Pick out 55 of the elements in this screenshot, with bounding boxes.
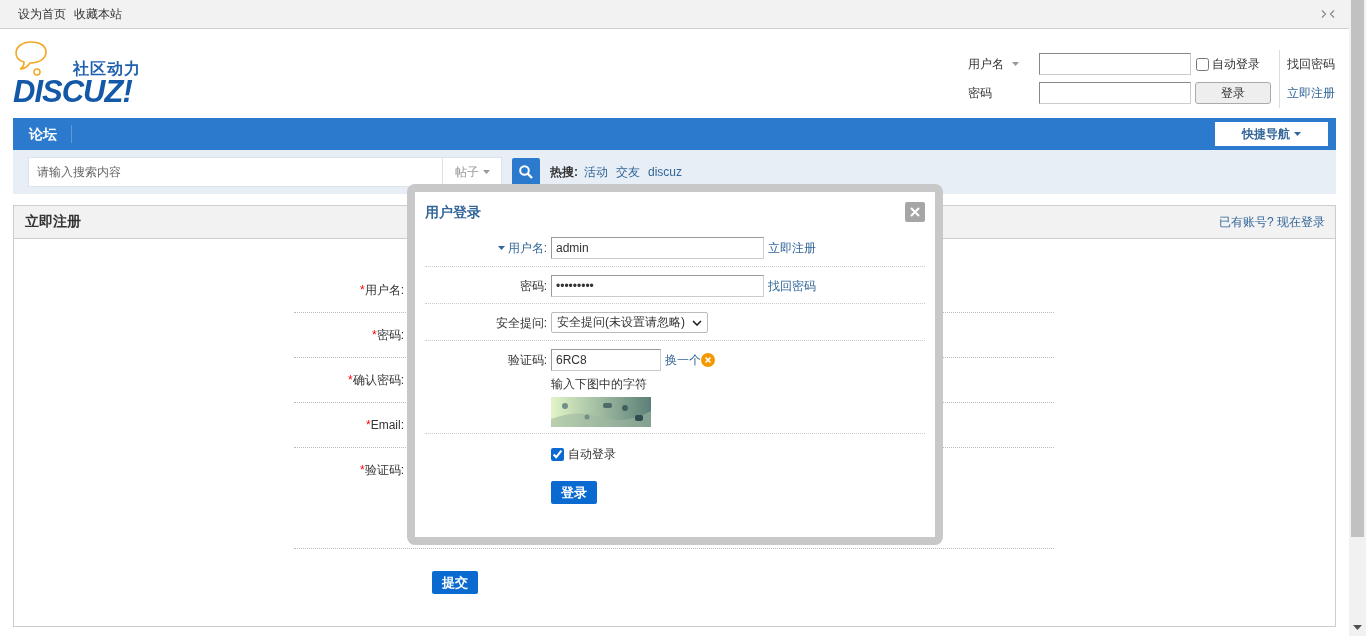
login-link[interactable]: 已有账号? 现在登录 xyxy=(1219,213,1325,231)
dialog-title: 用户登录 xyxy=(425,203,481,221)
remember-checkbox[interactable] xyxy=(1196,57,1209,71)
search-field[interactable]: 请输入搜索内容 xyxy=(28,157,442,187)
captcha-hint: 输入下图中的字符 xyxy=(551,377,648,391)
dropdown-caret-icon xyxy=(1012,62,1019,66)
search-icon xyxy=(519,165,533,179)
field-label: *验证码: xyxy=(359,462,404,478)
security-question-select[interactable]: 安全提问(未设置请忽略) xyxy=(551,312,708,333)
username-field[interactable]: admin xyxy=(551,237,764,259)
password-field[interactable] xyxy=(1039,82,1191,104)
dialog-link[interactable]: 找回密码 xyxy=(768,275,816,297)
hot-search-label: 热搜: xyxy=(550,163,578,181)
hot-search-link[interactable]: 交友 xyxy=(616,164,640,179)
quick-nav-button[interactable]: 快捷导航 xyxy=(1215,122,1328,146)
submit-button[interactable]: 提交 xyxy=(432,571,478,594)
toolbar-link[interactable]: 收藏本站 xyxy=(74,5,122,23)
checkbox-label: 自动登录 xyxy=(1212,55,1260,73)
username-field[interactable] xyxy=(1039,53,1191,75)
login-button[interactable]: 登录 xyxy=(1195,82,1271,104)
field-label: *Email: xyxy=(365,417,404,433)
chevron-down-icon xyxy=(692,319,702,326)
collapse-icon[interactable] xyxy=(1321,10,1335,18)
field-label: 密码: xyxy=(519,278,547,294)
field-label: *确认密码: xyxy=(347,372,404,388)
login-button[interactable]: 登录 xyxy=(551,481,597,504)
hot-search-link[interactable]: 活动 xyxy=(584,164,608,179)
field-label: *用户名: xyxy=(359,282,404,298)
close-icon xyxy=(910,207,920,217)
caret-icon xyxy=(482,170,490,174)
captcha-field[interactable]: 6RC8 xyxy=(551,349,661,371)
logo-tagline: 社区动力 xyxy=(72,60,141,78)
panel-title: 立即注册 xyxy=(25,213,81,231)
field-label: 安全提问: xyxy=(495,315,547,331)
scroll-down-icon[interactable] xyxy=(1353,625,1362,630)
close-button[interactable] xyxy=(905,202,925,222)
checkbox-label: 自动登录 xyxy=(568,445,616,463)
field-label: 密码 xyxy=(968,84,993,102)
password-field[interactable]: ••••••••• xyxy=(551,275,764,297)
caret-icon xyxy=(1294,132,1301,136)
header-link[interactable]: 立即注册 xyxy=(1287,85,1335,102)
hot-search-link[interactable]: discuz xyxy=(648,164,682,179)
search-button[interactable] xyxy=(512,158,540,186)
toolbar-link[interactable]: 设为首页 xyxy=(18,5,66,23)
field-label[interactable]: 用户名: xyxy=(507,240,547,256)
header-link[interactable]: 找回密码 xyxy=(1287,56,1335,73)
logo-wordmark: DISCUZ! xyxy=(13,78,133,106)
scrollbar-thumb[interactable] xyxy=(1351,0,1364,537)
dialog-link[interactable]: 立即注册 xyxy=(768,237,816,259)
field-label: *密码: xyxy=(371,327,404,343)
remember-checkbox[interactable] xyxy=(551,447,564,461)
nav-link[interactable]: 论坛 xyxy=(13,125,72,143)
refresh-captcha-link[interactable]: 换一个 xyxy=(665,349,701,371)
field-label: 验证码: xyxy=(507,352,547,368)
field-label: 用户名 xyxy=(968,55,1004,73)
